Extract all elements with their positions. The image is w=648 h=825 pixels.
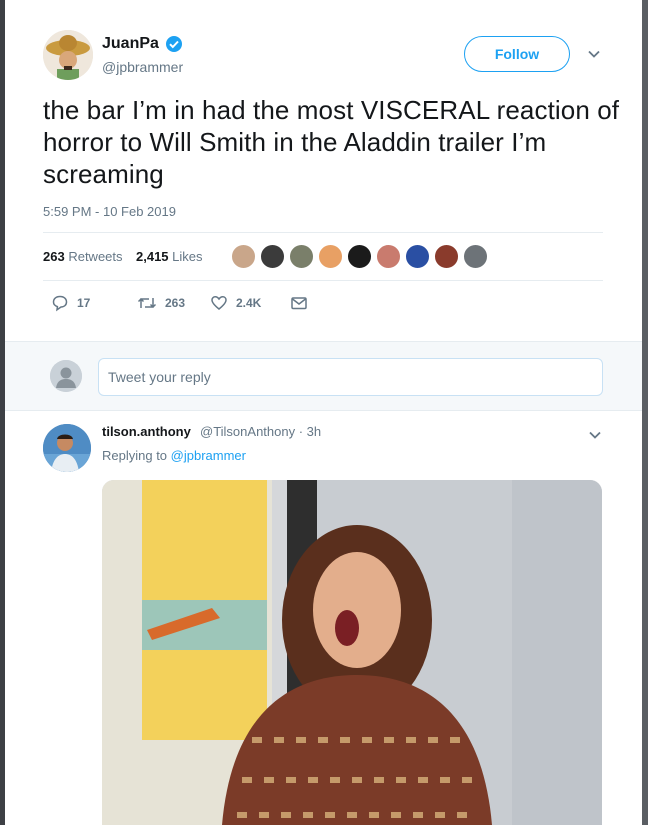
liker-avatar[interactable] [463, 244, 488, 269]
reply-author-avatar[interactable] [43, 424, 91, 472]
author-avatar[interactable] [43, 30, 93, 80]
reply-button[interactable]: 17 [51, 294, 90, 312]
liker-avatar[interactable] [434, 244, 459, 269]
tweet-timestamp[interactable]: 5:59 PM - 10 Feb 2019 [43, 204, 176, 219]
reply-composer: Tweet your reply [5, 341, 642, 411]
like-icon [211, 296, 227, 310]
liker-avatar[interactable] [376, 244, 401, 269]
reply-icon [52, 295, 68, 312]
liker-avatar[interactable] [347, 244, 372, 269]
liker-avatar[interactable] [289, 244, 314, 269]
dm-button[interactable] [290, 294, 316, 312]
retweet-icon [137, 297, 157, 309]
liker-avatar[interactable] [231, 244, 256, 269]
replying-to-link[interactable]: @jpbrammer [171, 448, 246, 463]
divider [43, 232, 603, 233]
tweet-text: the bar I’m in had the most VISCERAL rea… [43, 95, 620, 189]
reply-author-name[interactable]: tilson.anthony [102, 424, 191, 439]
chevron-down-icon[interactable] [586, 46, 602, 62]
tweet-header: JuanPa @jpbrammer Follow [5, 0, 642, 90]
verified-icon [165, 35, 183, 53]
reply-handle-text: @TilsonAnthony [200, 424, 296, 439]
likes-label: Likes [172, 249, 203, 264]
reply-time: · 3h [298, 424, 322, 439]
chevron-down-icon[interactable] [587, 427, 603, 443]
replying-to: Replying to @jpbrammer [102, 448, 246, 463]
like-count: 2.4K [236, 296, 262, 310]
tweet-actions: 17 263 2.4K [43, 290, 603, 318]
retweets-count: 263 [43, 249, 65, 264]
replying-prefix: Replying to [102, 448, 168, 463]
retweets-label: Retweets [68, 249, 123, 264]
like-button[interactable]: 2.4K [210, 294, 261, 312]
author-name[interactable]: JuanPa [102, 35, 159, 53]
reply-count: 17 [77, 296, 91, 310]
divider [43, 280, 603, 281]
dm-icon [291, 297, 307, 310]
liker-avatar[interactable] [260, 244, 285, 269]
reply-author-handle[interactable]: @TilsonAnthony · 3h [200, 424, 321, 439]
retweets-stat[interactable]: 263 Retweets [43, 249, 123, 264]
reply-input[interactable]: Tweet your reply [98, 358, 603, 396]
likes-count: 2,415 [136, 249, 169, 264]
tweet-card: JuanPa @jpbrammer Follow the bar I’m in … [5, 0, 642, 825]
follow-button[interactable]: Follow [464, 36, 570, 72]
tweet-stats: 263 Retweets 2,415 Likes [43, 234, 603, 280]
reply-gif[interactable] [102, 480, 602, 825]
liker-avatar[interactable] [405, 244, 430, 269]
default-avatar-icon [50, 360, 82, 392]
gif-frame-image [102, 480, 602, 825]
reply-tweet: tilson.anthony @TilsonAnthony · 3h Reply… [5, 411, 642, 825]
retweet-count: 263 [165, 296, 186, 310]
author-handle[interactable]: @jpbrammer [102, 59, 183, 75]
likes-stat[interactable]: 2,415 Likes [136, 249, 203, 264]
retweet-button[interactable]: 263 [137, 294, 185, 312]
liker-avatar[interactable] [318, 244, 343, 269]
